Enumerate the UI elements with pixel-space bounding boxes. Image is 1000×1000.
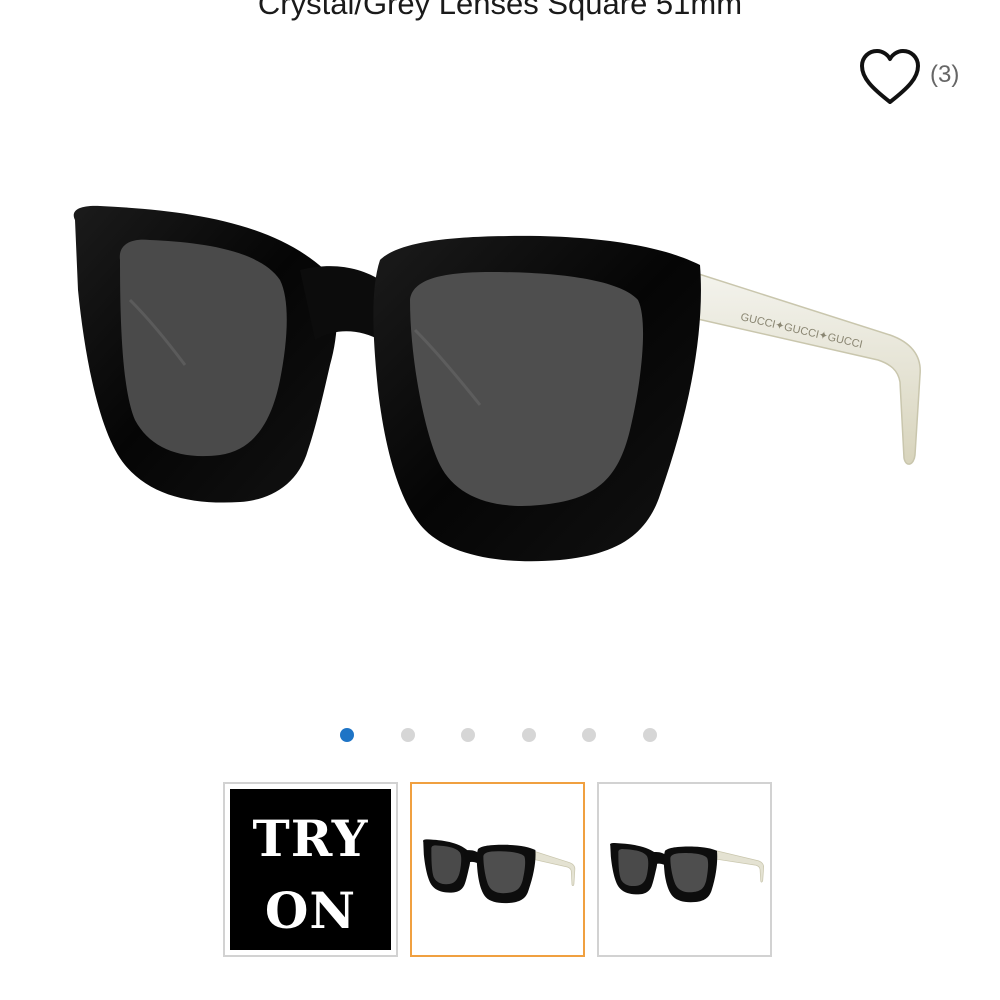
carousel-dot-1[interactable] xyxy=(340,728,354,742)
favorite-count: (3) xyxy=(930,61,960,88)
try-on-line-1: TRY xyxy=(252,809,369,868)
try-on-thumbnail[interactable]: TRY ON xyxy=(223,782,398,957)
product-page: Crystal/Grey Lenses Square 51mm (3) GUCC… xyxy=(0,0,1000,1000)
try-on-line-2: ON xyxy=(264,881,357,940)
thumbnail-image xyxy=(423,839,576,904)
carousel-dot-2[interactable] xyxy=(400,728,415,742)
thumbnail-side-view[interactable] xyxy=(597,782,772,957)
thumbnail-image xyxy=(610,842,764,903)
try-on-badge: TRY ON xyxy=(230,789,391,950)
main-product-image[interactable]: GUCCI✦GUCCI✦GUCCI xyxy=(40,150,960,620)
carousel-dot-4[interactable] xyxy=(521,728,536,742)
carousel-dots xyxy=(340,728,703,744)
carousel-dot-5[interactable] xyxy=(582,728,596,742)
thumbnail-strip: TRY ON xyxy=(223,782,784,957)
heart-icon[interactable] xyxy=(858,46,922,110)
carousel-dot-6[interactable] xyxy=(642,728,657,742)
carousel-dot-3[interactable] xyxy=(461,728,475,742)
thumbnail-front-view[interactable] xyxy=(410,782,585,957)
product-title: Crystal/Grey Lenses Square 51mm xyxy=(257,0,743,21)
favorite-control[interactable]: (3) xyxy=(858,46,959,110)
